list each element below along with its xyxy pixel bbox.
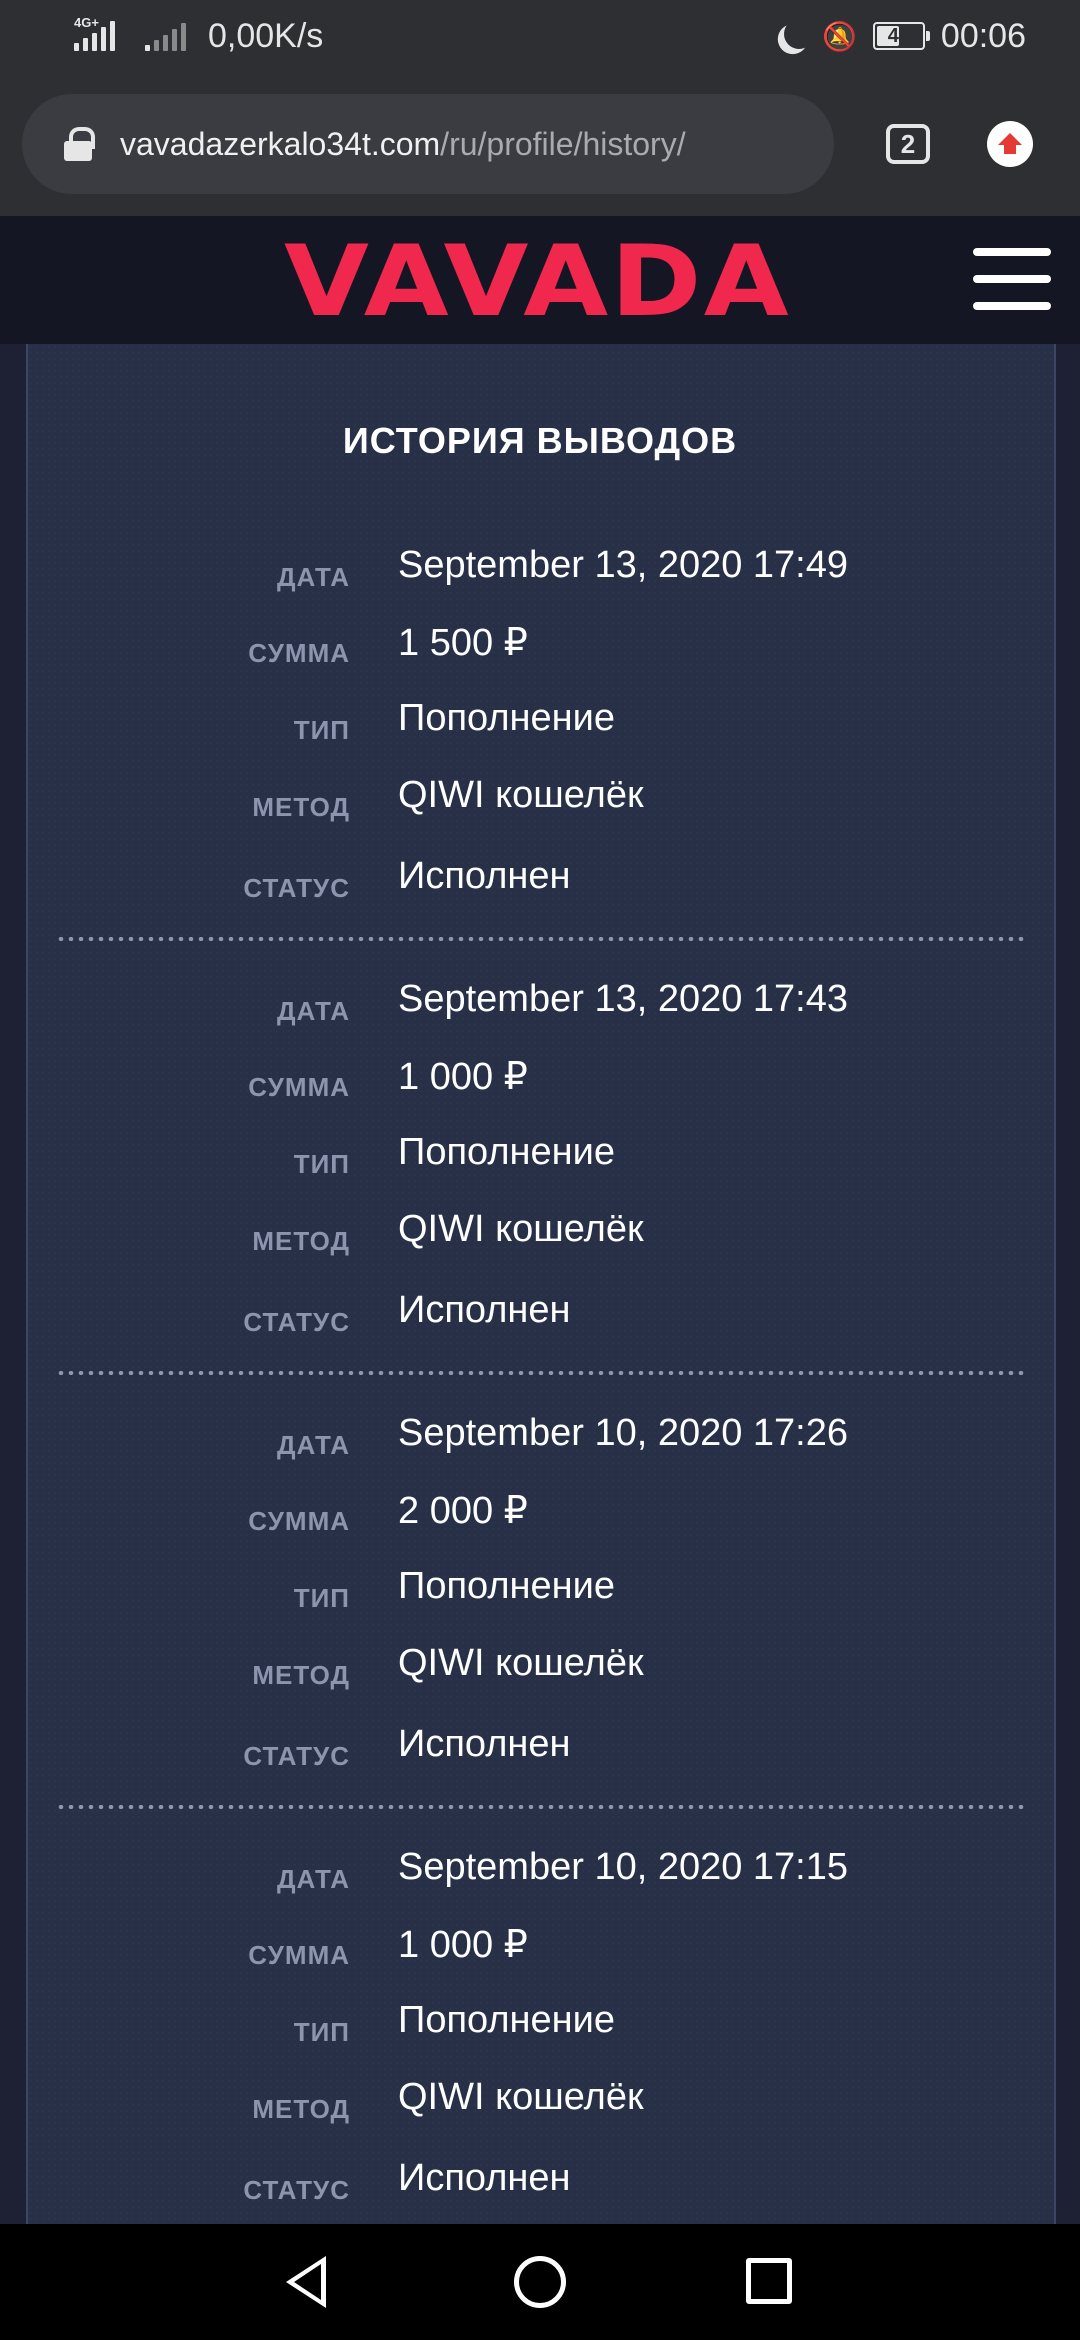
dotted-divider (56, 937, 1026, 941)
entry-row-amount: СУММА 1 500 ₽ (0, 620, 1080, 680)
dotted-divider (56, 1371, 1026, 1375)
type-value: Пополнение (398, 1131, 615, 1173)
url-path: /ru/profile/history/ (440, 125, 686, 162)
date-label: ДАТА (276, 1430, 350, 1460)
method-label: МЕТОД (252, 1660, 350, 1690)
entry-row-amount: СУММА 1 000 ₽ (0, 1922, 1080, 1982)
hamburger-menu-icon[interactable] (973, 248, 1051, 312)
tab-switcher-button[interactable]: 2 (886, 124, 930, 164)
home-icon[interactable] (514, 2256, 566, 2308)
date-value: September 10, 2020 17:15 (398, 1846, 849, 1888)
method-value: QIWI кошелёк (398, 2076, 644, 2118)
entry-row-method: МЕТОД QIWI кошелёк (0, 1208, 1080, 1268)
status-value: Исполнен (398, 1723, 571, 1765)
status-label: СТАТУС (243, 1741, 350, 1771)
entry-row-type: ТИП Пополнение (0, 1131, 1080, 1191)
date-label: ДАТА (276, 562, 350, 592)
entry-row-status: СТАТУС Исполнен (0, 2157, 1080, 2217)
upload-arrow-icon (998, 133, 1022, 154)
date-label: ДАТА (276, 1864, 350, 1894)
dotted-divider (56, 1805, 1026, 1809)
type-label: ТИП (293, 715, 350, 745)
type-label: ТИП (293, 2017, 350, 2047)
date-label: ДАТА (276, 996, 350, 1026)
browser-toolbar: vavadazerkalo34t.com/ru/profile/history/… (0, 72, 1080, 216)
vavada-logo[interactable]: VAVADA (284, 233, 791, 331)
method-value: QIWI кошелёк (398, 1208, 644, 1250)
method-value: QIWI кошелёк (398, 1642, 644, 1684)
status-bar: 4G+ 0,00K/s 🔕 49 00:06 (0, 0, 1080, 72)
entry-row-type: ТИП Пополнение (0, 1999, 1080, 2059)
address-bar[interactable]: vavadazerkalo34t.com/ru/profile/history/ (22, 94, 834, 194)
amount-value: 1 500 ₽ (398, 622, 528, 664)
entry-row-type: ТИП Пополнение (0, 1565, 1080, 1625)
method-label: МЕТОД (252, 2094, 350, 2124)
status-value: Исполнен (398, 1289, 571, 1331)
url-host: vavadazerkalo34t.com (120, 125, 441, 162)
site-header: VAVADA (0, 216, 1080, 344)
entry-row-type: ТИП Пополнение (0, 697, 1080, 757)
entry-row-date: ДАТА September 13, 2020 17:49 (0, 544, 1080, 604)
system-nav-bar (0, 2224, 1080, 2340)
entry-row-date: ДАТА September 13, 2020 17:43 (0, 978, 1080, 1038)
network-type-label: 4G+ (74, 15, 99, 30)
lock-icon (64, 127, 95, 161)
cell-signal-2-icon (145, 21, 186, 51)
page-title: ИСТОРИЯ ВЫВОДОВ (342, 420, 738, 461)
method-label: МЕТОД (252, 792, 350, 822)
amount-label: СУММА (248, 1940, 350, 1970)
amount-label: СУММА (248, 638, 350, 668)
do-not-disturb-icon (782, 17, 817, 52)
status-label: СТАТУС (243, 1307, 350, 1337)
status-value: Исполнен (398, 855, 571, 897)
entry-row-date: ДАТА September 10, 2020 17:26 (0, 1412, 1080, 1472)
status-value: Исполнен (398, 2157, 571, 2199)
network-speed: 0,00K/s (208, 16, 324, 55)
url-text[interactable]: vavadazerkalo34t.com/ru/profile/history/ (120, 126, 686, 163)
entry-row-status: СТАТУС Исполнен (0, 1723, 1080, 1783)
date-value: September 13, 2020 17:43 (398, 978, 849, 1020)
notifications-muted-icon: 🔕 (822, 20, 857, 52)
entry-row-amount: СУММА 1 000 ₽ (0, 1054, 1080, 1114)
amount-value: 1 000 ₽ (398, 1056, 528, 1098)
method-value: QIWI кошелёк (398, 774, 644, 816)
amount-value: 1 000 ₽ (398, 1924, 528, 1966)
entry-row-date: ДАТА September 10, 2020 17:15 (0, 1846, 1080, 1906)
battery-level: 49 (887, 24, 911, 47)
type-value: Пополнение (398, 1999, 615, 2041)
entry-row-amount: СУММА 2 000 ₽ (0, 1488, 1080, 1548)
entry-row-status: СТАТУС Исполнен (0, 1289, 1080, 1349)
back-icon[interactable] (286, 2256, 326, 2308)
amount-value: 2 000 ₽ (398, 1490, 528, 1532)
status-label: СТАТУС (243, 2175, 350, 2205)
type-value: Пополнение (398, 697, 615, 739)
clock: 00:06 (940, 16, 1026, 55)
battery-icon: 49 (872, 22, 930, 50)
entry-row-method: МЕТОД QIWI кошелёк (0, 1642, 1080, 1702)
status-right: 🔕 49 00:06 (776, 14, 1026, 58)
entry-row-status: СТАТУС Исполнен (0, 855, 1080, 915)
status-left: 4G+ 0,00K/s (74, 14, 323, 58)
update-button[interactable] (987, 121, 1033, 167)
date-value: September 13, 2020 17:49 (398, 544, 849, 586)
type-label: ТИП (293, 1149, 350, 1179)
method-label: МЕТОД (252, 1226, 350, 1256)
amount-label: СУММА (248, 1506, 350, 1536)
entry-row-method: МЕТОД QIWI кошелёк (0, 2076, 1080, 2136)
status-label: СТАТУС (243, 873, 350, 903)
type-value: Пополнение (398, 1565, 615, 1607)
tab-count: 2 (900, 128, 916, 159)
amount-label: СУММА (248, 1072, 350, 1102)
recent-apps-icon[interactable] (746, 2258, 792, 2304)
date-value: September 10, 2020 17:26 (398, 1412, 849, 1454)
cell-signal-icon: 4G+ (74, 15, 115, 51)
type-label: ТИП (293, 1583, 350, 1613)
entry-row-method: МЕТОД QIWI кошелёк (0, 774, 1080, 834)
